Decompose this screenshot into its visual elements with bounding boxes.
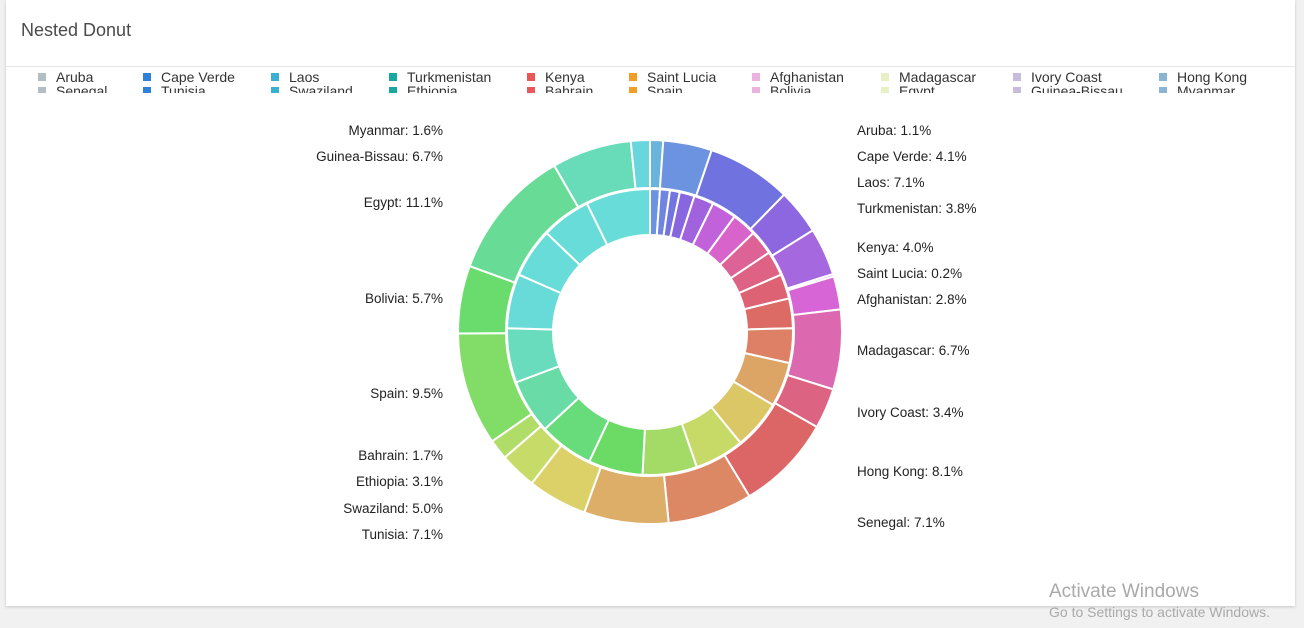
- slice-label-laos: Laos: 7.1%: [857, 175, 925, 190]
- slice-label-afghanistan: Afghanistan: 2.8%: [857, 292, 967, 307]
- slice-label-kenya: Kenya: 4.0%: [857, 240, 934, 255]
- slice-label-bahrain: Bahrain: 1.7%: [358, 448, 443, 463]
- slice-label-saint-lucia: Saint Lucia: 0.2%: [857, 266, 962, 281]
- slice-label-guinea-bissau: Guinea-Bissau: 6.7%: [316, 149, 443, 164]
- nested-donut-chart: Aruba: 1.1% Cape Verde: 4.1% Laos: 7.1% Tur…: [316, 123, 977, 542]
- activate-windows-watermark: Activate Windows Go to Settings to activ…: [1049, 581, 1270, 621]
- slice-label-aruba: Aruba: 1.1%: [857, 123, 931, 138]
- slice-label-ethiopia: Ethiopia: 3.1%: [356, 474, 443, 489]
- slice-label-cape-verde: Cape Verde: 4.1%: [857, 149, 967, 164]
- slice-label-spain: Spain: 9.5%: [370, 386, 443, 401]
- slice-label-madagascar: Madagascar: 6.7%: [857, 343, 970, 358]
- slice-label-hong-kong: Hong Kong: 8.1%: [857, 464, 963, 479]
- watermark-subtitle: Go to Settings to activate Windows.: [1049, 604, 1270, 620]
- slice-label-swaziland: Swaziland: 5.0%: [343, 501, 443, 516]
- slice-label-senegal: Senegal: 7.1%: [857, 515, 945, 530]
- slice-label-ivory-coast: Ivory Coast: 3.4%: [857, 405, 964, 420]
- watermark-title: Activate Windows: [1049, 581, 1199, 602]
- slice-label-myanmar: Myanmar: 1.6%: [348, 123, 443, 138]
- slice-label-tunisia: Tunisia: 7.1%: [362, 527, 443, 542]
- slice-label-turkmenistan: Turkmenistan: 3.8%: [857, 201, 977, 216]
- slice-label-egypt: Egypt: 11.1%: [364, 195, 443, 210]
- slice-label-bolivia: Bolivia: 5.7%: [365, 291, 443, 306]
